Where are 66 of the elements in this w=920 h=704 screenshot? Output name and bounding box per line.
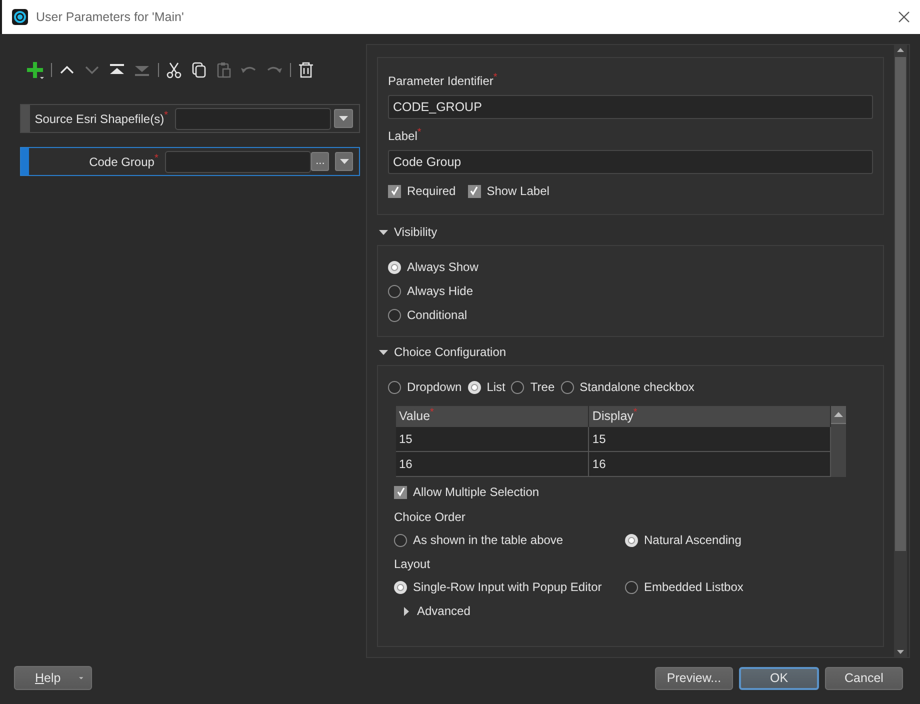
dialog-button[interactable]: Preview... bbox=[655, 666, 733, 690]
radio-button[interactable] bbox=[388, 380, 401, 394]
checkbox[interactable] bbox=[468, 184, 481, 198]
checkbox[interactable] bbox=[394, 486, 407, 499]
caret-icon bbox=[402, 606, 411, 616]
label-field[interactable]: Code Group bbox=[388, 150, 873, 174]
radio-option[interactable]: Always Hide bbox=[388, 282, 873, 300]
table-cell: 15 bbox=[588, 426, 830, 452]
table-cell: 15 bbox=[396, 426, 589, 452]
checkbox-option[interactable]: Required bbox=[388, 182, 456, 200]
caret-icon bbox=[339, 116, 348, 121]
caret-icon bbox=[78, 676, 83, 680]
radio-option[interactable]: List bbox=[468, 378, 506, 396]
radio-option[interactable]: Natural Ascending bbox=[625, 531, 742, 550]
radio-option[interactable]: Standalone checkbox bbox=[560, 378, 694, 396]
checkbox-option[interactable]: Show Label bbox=[468, 182, 550, 200]
input-field[interactable] bbox=[175, 108, 331, 130]
radio-option[interactable]: As shown in the table above bbox=[394, 531, 625, 550]
scroll-up-icon[interactable] bbox=[834, 412, 843, 418]
parameter-row[interactable]: Code Group$^{*}$ ... bbox=[20, 147, 360, 176]
section-header[interactable]: Choice Configuration bbox=[379, 343, 884, 361]
field-label: Label$^{*}$ bbox=[388, 127, 422, 145]
radio-option[interactable]: Conditional bbox=[388, 306, 873, 324]
window-title: User Parameters for 'Main' bbox=[36, 8, 184, 26]
parameter-row[interactable]: Source Esri Shapefile(s)$^{*}$ bbox=[20, 104, 360, 133]
radio-option[interactable]: Single-Row Input with Popup Editor bbox=[394, 578, 625, 596]
help-button[interactable]: Help bbox=[14, 666, 92, 690]
radio-button[interactable] bbox=[511, 380, 524, 394]
radio-button[interactable] bbox=[560, 380, 574, 394]
dropdown-button[interactable] bbox=[335, 152, 354, 171]
dialog-button[interactable]: OK bbox=[739, 666, 819, 690]
radio-option[interactable]: Dropdown bbox=[388, 378, 462, 396]
radio-button[interactable] bbox=[625, 580, 638, 594]
radio-button[interactable] bbox=[388, 284, 401, 298]
close-icon[interactable] bbox=[898, 11, 910, 23]
plus-icon[interactable] bbox=[26, 60, 45, 80]
dialog-button[interactable]: Cancel bbox=[825, 666, 903, 690]
checkbox[interactable] bbox=[388, 184, 401, 198]
app-icon bbox=[12, 9, 28, 25]
table-cell: 16 bbox=[588, 452, 830, 477]
parameter-label: Source Esri Shapefile(s)$^{*}$ bbox=[34, 110, 169, 128]
section-header[interactable]: Visibility bbox=[379, 223, 884, 241]
checkbox-option[interactable]: Allow Multiple Selection bbox=[394, 483, 540, 502]
layout-heading: Layout bbox=[393, 556, 432, 574]
caret-icon bbox=[340, 159, 349, 164]
browse-button[interactable]: ... bbox=[311, 152, 330, 171]
field-label: Parameter Identifier$^{*}$ bbox=[388, 72, 498, 90]
input-field[interactable] bbox=[165, 150, 312, 172]
column-header: Value$^{*}$ bbox=[396, 406, 589, 427]
column-header: Display$^{*}$ bbox=[588, 406, 830, 427]
choice-order-heading: Choice Order bbox=[393, 509, 466, 526]
cut-icon[interactable] bbox=[165, 60, 184, 80]
scrollbar[interactable] bbox=[831, 406, 846, 478]
radio-option[interactable]: Embedded Listbox bbox=[625, 578, 744, 596]
advanced-toggle[interactable]: Advanced bbox=[390, 602, 873, 634]
table-cell: 16 bbox=[396, 452, 589, 477]
radio-button[interactable] bbox=[388, 308, 401, 322]
identifier-field[interactable]: CODE_GROUP bbox=[388, 95, 873, 119]
radio-option[interactable]: Always Show bbox=[388, 258, 873, 276]
scrollbar[interactable] bbox=[894, 45, 907, 657]
caret-icon bbox=[379, 228, 388, 236]
parameter-label: Code Group$^{*}$ bbox=[88, 152, 160, 170]
trash-icon[interactable] bbox=[297, 60, 316, 80]
caret-icon bbox=[379, 348, 388, 356]
radio-option[interactable]: Tree bbox=[511, 378, 555, 396]
radio-button[interactable] bbox=[394, 534, 407, 547]
